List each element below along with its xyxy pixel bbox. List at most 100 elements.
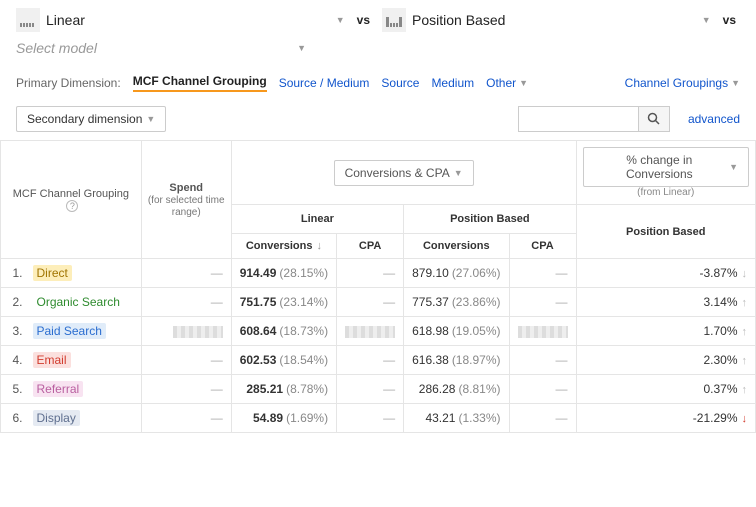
chevron-down-icon[interactable]: ▼ xyxy=(336,15,345,25)
channel-chip: Referral xyxy=(33,381,84,397)
row-index: 6. xyxy=(1,404,25,433)
pos-cpa-cell: — xyxy=(509,259,576,288)
model-2-name: Position Based xyxy=(412,12,696,28)
lin-conv-cell: 285.21(8.78%) xyxy=(231,375,336,404)
chevron-down-icon: ▼ xyxy=(729,162,738,172)
metric-selector-button[interactable]: Conversions & CPA▼ xyxy=(334,160,474,186)
table-row: 5.Referral—285.21(8.78%)—286.28(8.81%)—0… xyxy=(1,375,756,404)
lin-conv-cell: 914.49(28.15%) xyxy=(231,259,336,288)
lin-cpa-cell: — xyxy=(337,288,404,317)
pos-conv-cell: 616.38(18.97%) xyxy=(404,346,509,375)
pos-conv-cell: 43.21(1.33%) xyxy=(404,404,509,433)
arrow-down-icon: ↓ xyxy=(742,413,748,425)
col-pos-cpa[interactable]: CPA xyxy=(509,234,576,259)
chevron-down-icon: ▼ xyxy=(731,78,740,88)
channel-chip: Paid Search xyxy=(33,323,106,339)
model-selector-row: Linear ▼ vs Position Based ▼ vs xyxy=(0,0,756,40)
arrow-up-icon: ↑ xyxy=(742,355,748,367)
spend-cell: — xyxy=(141,288,231,317)
search-input[interactable] xyxy=(518,106,638,132)
lin-conv-cell: 751.75(23.14%) xyxy=(231,288,336,317)
change-cell: -21.29%↓ xyxy=(576,404,755,433)
channel-cell[interactable]: Email xyxy=(25,346,142,375)
search-icon xyxy=(647,112,661,126)
primary-dimension-active[interactable]: MCF Channel Grouping xyxy=(133,74,267,92)
col-lin-cpa[interactable]: CPA xyxy=(337,234,404,259)
pos-conv-cell: 618.98(19.05%) xyxy=(404,317,509,346)
channel-cell[interactable]: Paid Search xyxy=(25,317,142,346)
search-button[interactable] xyxy=(638,106,670,132)
lin-cpa-cell: — xyxy=(337,346,404,375)
pos-cpa-cell: — xyxy=(509,375,576,404)
spend-cell xyxy=(141,317,231,346)
lin-conv-cell: 602.53(18.54%) xyxy=(231,346,336,375)
position-based-icon xyxy=(382,8,406,32)
dim-link-source-medium[interactable]: Source / Medium xyxy=(279,76,370,90)
dim-link-source[interactable]: Source xyxy=(381,76,419,90)
col-group-linear: Linear xyxy=(231,205,403,234)
sort-arrow-icon: ↓ xyxy=(316,240,322,252)
chevron-down-icon[interactable]: ▼ xyxy=(702,15,711,25)
channel-chip: Display xyxy=(33,410,80,426)
model-placeholder: Select model xyxy=(16,40,291,56)
col-spend[interactable]: Spend(for selected time range) xyxy=(141,141,231,259)
model-selector-row-2: Select model ▼ xyxy=(0,40,756,64)
change-cell: 0.37%↑ xyxy=(576,375,755,404)
data-table: MCF Channel Grouping? Spend(for selected… xyxy=(0,140,756,433)
change-cell: 2.30%↑ xyxy=(576,346,755,375)
chevron-down-icon[interactable]: ▼ xyxy=(297,43,306,53)
vs-label: vs xyxy=(719,13,740,27)
dim-link-other[interactable]: Other▼ xyxy=(486,76,528,90)
redacted-value xyxy=(518,326,568,338)
col-pos-conv[interactable]: Conversions xyxy=(404,234,509,259)
model-slot-1[interactable]: Linear ▼ xyxy=(16,8,345,32)
col-change[interactable]: Position Based xyxy=(576,205,755,259)
table-row: 6.Display—54.89(1.69%)—43.21(1.33%)—-21.… xyxy=(1,404,756,433)
arrow-down-icon: ↓ xyxy=(742,268,748,280)
search-wrap xyxy=(518,106,670,132)
table-row: 4.Email—602.53(18.54%)—616.38(18.97%)—2.… xyxy=(1,346,756,375)
vs-label: vs xyxy=(353,13,374,27)
arrow-up-icon: ↑ xyxy=(742,326,748,338)
table-row: 3. Paid Search 608.64(18.73%) 618.98(19.05%… xyxy=(1,317,756,346)
model-1-name: Linear xyxy=(46,12,330,28)
channel-cell[interactable]: Referral xyxy=(25,375,142,404)
pos-cpa-cell xyxy=(509,317,576,346)
redacted-value xyxy=(345,326,395,338)
col-lin-conv[interactable]: Conversions↓ xyxy=(231,234,336,259)
channel-cell[interactable]: Display xyxy=(25,404,142,433)
channel-chip: Email xyxy=(33,352,71,368)
spend-cell: — xyxy=(141,259,231,288)
chevron-down-icon: ▼ xyxy=(146,114,155,124)
advanced-link[interactable]: advanced xyxy=(688,112,740,126)
spend-cell: — xyxy=(141,404,231,433)
pos-cpa-cell: — xyxy=(509,288,576,317)
channel-cell[interactable]: Organic Search xyxy=(25,288,142,317)
channel-chip: Direct xyxy=(33,265,72,281)
row-index: 4. xyxy=(1,346,25,375)
help-icon[interactable]: ? xyxy=(66,200,78,212)
lin-conv-cell: 54.89(1.69%) xyxy=(231,404,336,433)
model-slot-2[interactable]: Position Based ▼ xyxy=(382,8,711,32)
lin-cpa-cell: — xyxy=(337,404,404,433)
row-index: 3. xyxy=(1,317,25,346)
lin-conv-cell: 608.64(18.73%) xyxy=(231,317,336,346)
lin-cpa-cell xyxy=(337,317,404,346)
spend-cell: — xyxy=(141,375,231,404)
table-row: 1.Direct—914.49(28.15%)—879.10(27.06%)—-… xyxy=(1,259,756,288)
spend-cell: — xyxy=(141,346,231,375)
channel-groupings-link[interactable]: Channel Groupings▼ xyxy=(625,76,740,90)
pos-conv-cell: 879.10(27.06%) xyxy=(404,259,509,288)
row-index: 5. xyxy=(1,375,25,404)
channel-cell[interactable]: Direct xyxy=(25,259,142,288)
pos-conv-cell: 775.37(23.86%) xyxy=(404,288,509,317)
change-cell: 1.70%↑ xyxy=(576,317,755,346)
secondary-dimension-button[interactable]: Secondary dimension▼ xyxy=(16,106,166,132)
linear-icon xyxy=(16,8,40,32)
primary-dimension-bar: Primary Dimension: MCF Channel Grouping … xyxy=(0,64,756,98)
dim-link-medium[interactable]: Medium xyxy=(431,76,474,90)
col-channel[interactable]: MCF Channel Grouping? xyxy=(1,141,142,259)
model-slot-3[interactable]: Select model ▼ xyxy=(16,40,306,56)
primary-dimension-label: Primary Dimension: xyxy=(16,76,121,90)
change-selector-button[interactable]: % change in Conversions▼ xyxy=(583,147,749,187)
